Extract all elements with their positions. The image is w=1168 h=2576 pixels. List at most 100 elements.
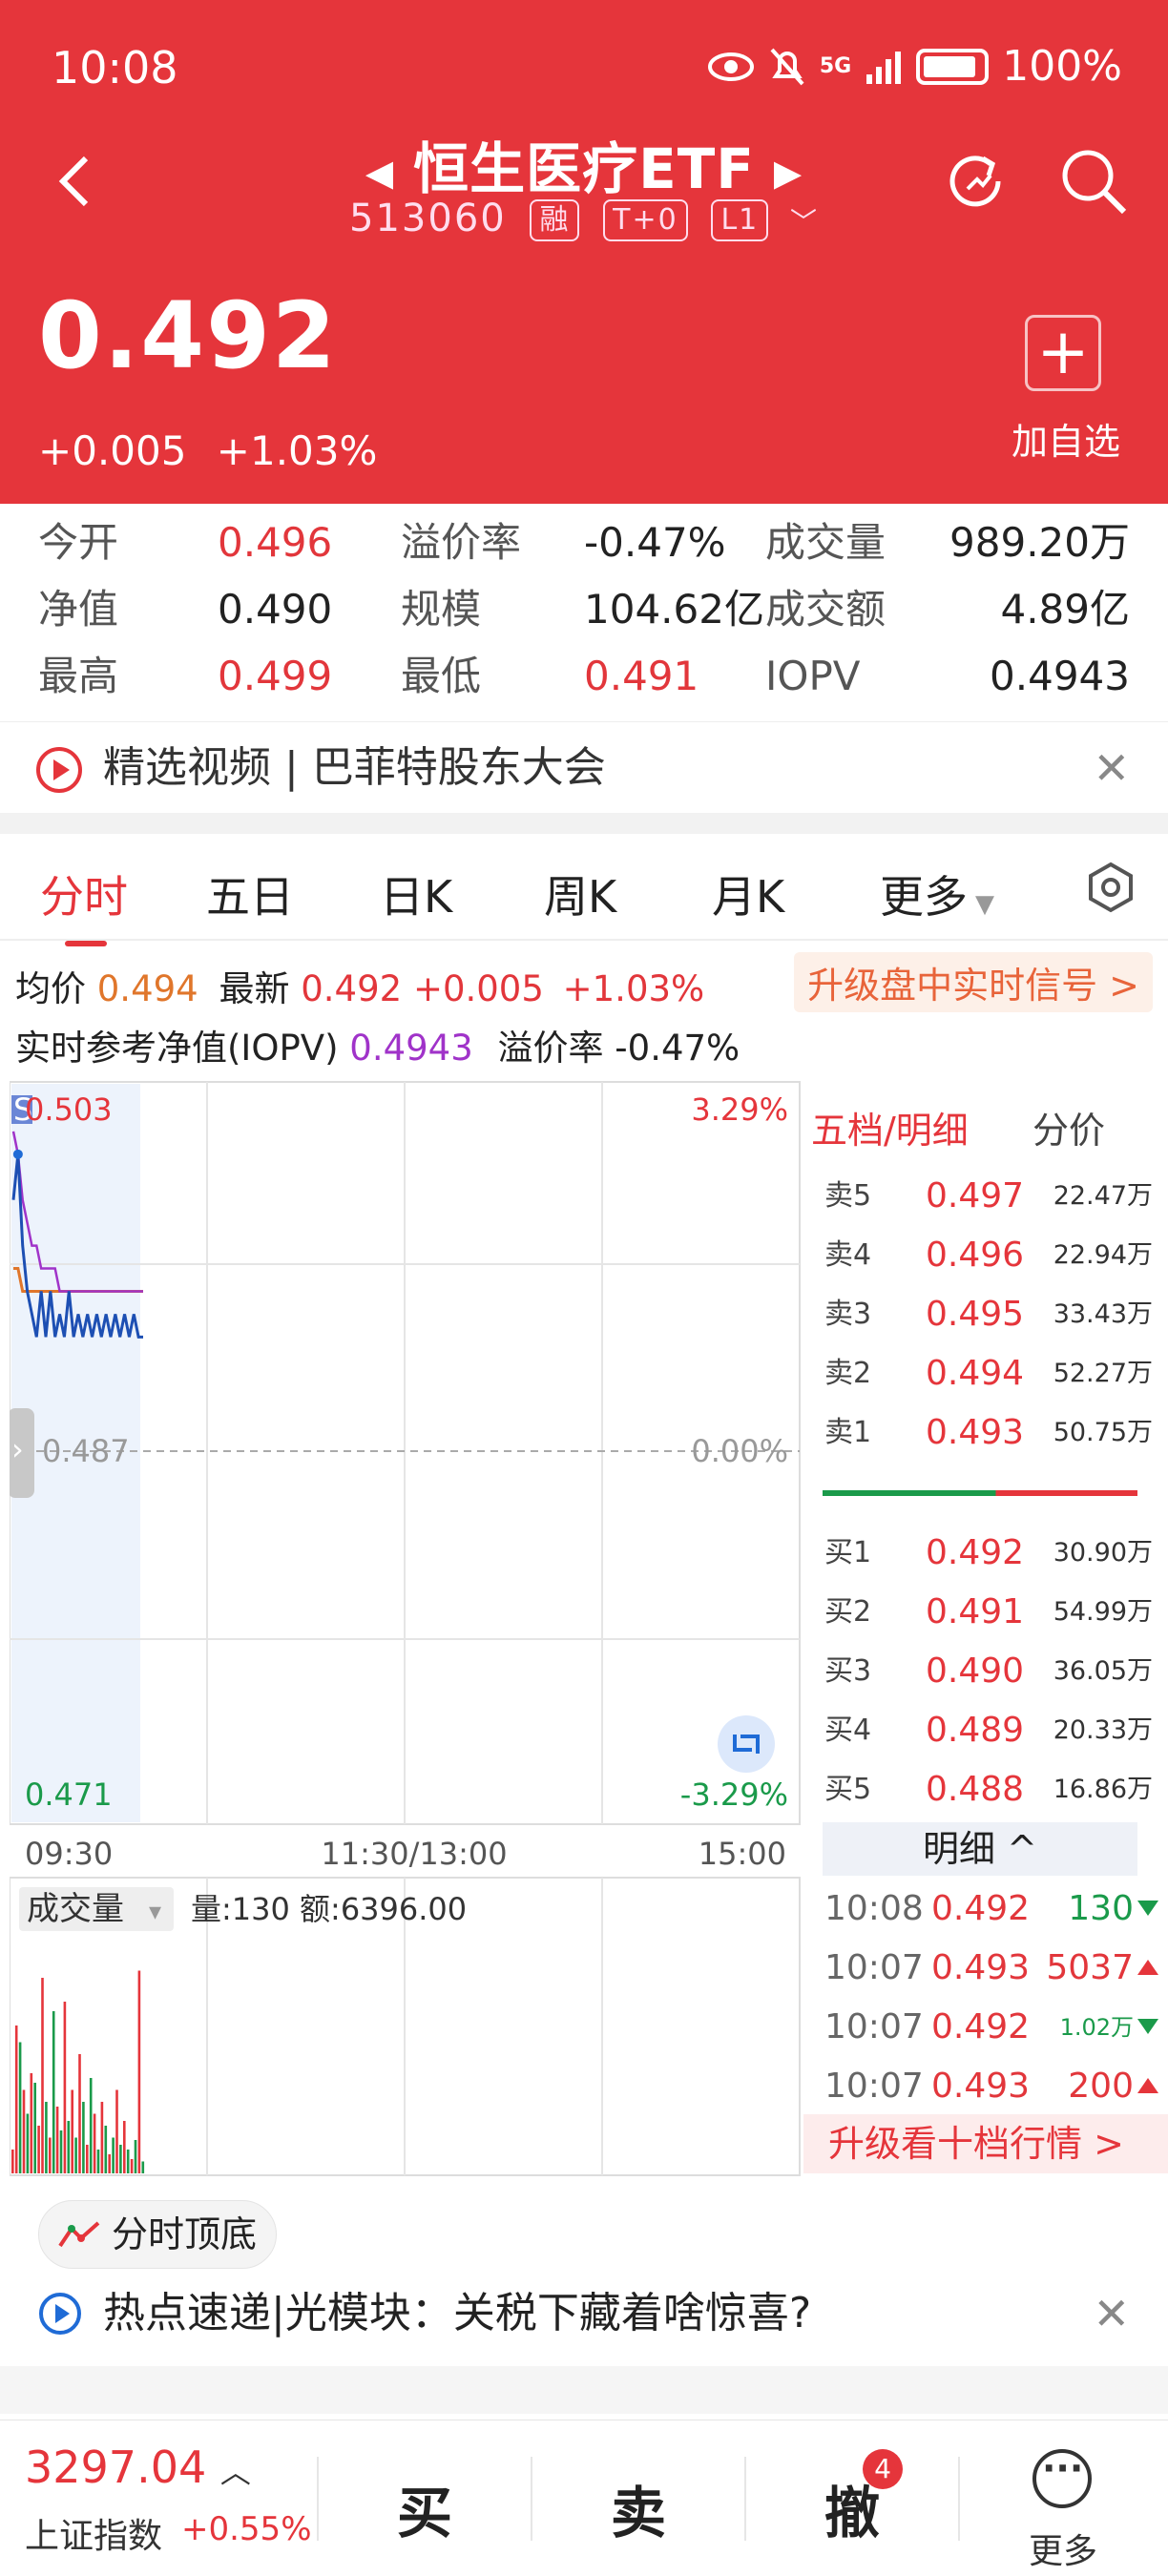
trade-time: 10:07 xyxy=(824,2007,924,2046)
level-label: 买3 xyxy=(824,1654,872,1688)
settings-hexagon-icon[interactable] xyxy=(1084,861,1137,914)
x-tick-open: 09:30 xyxy=(25,1836,113,1872)
sell-level-row[interactable]: 卖3 0.495 33.43万 xyxy=(824,1286,1153,1343)
tab-intraday[interactable]: 分时 xyxy=(40,862,128,946)
buy-level-row[interactable]: 买1 0.492 30.90万 xyxy=(824,1525,1153,1582)
news-banner-hot[interactable]: 热点速递|光模块：关税下藏着啥惊喜? ✕ xyxy=(0,2280,1168,2347)
level-label: 卖5 xyxy=(824,1179,872,1213)
expand-icon[interactable] xyxy=(718,1715,775,1773)
latest-label: 最新 xyxy=(219,968,290,1009)
news-title[interactable]: 精选视频 | 巴菲特股东大会 xyxy=(103,722,606,814)
next-stock-icon[interactable]: ▶ xyxy=(774,152,803,194)
upgrade-ten-levels-button[interactable]: 升级看十档行情 > xyxy=(803,2114,1168,2173)
buy-sell-ratio-bar xyxy=(823,1490,1137,1496)
more-icon[interactable] xyxy=(1032,2447,1092,2508)
prev-stock-icon[interactable]: ◀ xyxy=(365,152,394,194)
level-price: 0.488 xyxy=(926,1770,1025,1809)
level-price: 0.492 xyxy=(926,1533,1025,1572)
triangle-down-icon xyxy=(1137,1901,1158,1916)
add-watchlist-label[interactable]: 加自选 xyxy=(1012,412,1120,465)
sell-level-row[interactable]: 卖4 0.496 22.94万 xyxy=(824,1227,1153,1284)
triangle-up-icon xyxy=(1137,1960,1158,1975)
news-banner-video[interactable]: 精选视频 | 巴菲特股东大会 ✕ xyxy=(0,721,1168,813)
volume-bar xyxy=(30,2073,33,2173)
status-time: 10:08 xyxy=(52,42,178,93)
tab-five-levels[interactable]: 五档/明细 xyxy=(811,1110,969,1152)
chevron-down-icon[interactable]: ﹀ xyxy=(790,206,819,238)
search-icon[interactable] xyxy=(1057,145,1130,218)
volume-bar xyxy=(22,2089,26,2173)
buy-level-row[interactable]: 买5 0.488 16.86万 xyxy=(824,1761,1153,1818)
premium-value: -0.47% xyxy=(615,1028,740,1069)
tab-weekly-k[interactable]: 周K xyxy=(544,862,616,925)
stock-name: 恒生医疗ETF xyxy=(413,136,755,201)
network-label: 5G xyxy=(819,54,852,78)
level-label: 买4 xyxy=(824,1714,872,1747)
tag-level: L1 xyxy=(711,199,769,241)
buy-level-row[interactable]: 买2 0.491 54.99万 xyxy=(824,1584,1153,1641)
upgrade-signal-button[interactable]: 升级盘中实时信号 > xyxy=(794,952,1153,1012)
buy-level-row[interactable]: 买4 0.489 20.33万 xyxy=(824,1702,1153,1759)
volume-bar xyxy=(18,2042,22,2173)
trade-time: 10:07 xyxy=(824,1948,924,1987)
refresh-icon[interactable] xyxy=(941,145,1013,218)
current-price: 0.492 xyxy=(38,282,338,389)
tab-five-day[interactable]: 五日 xyxy=(206,862,294,925)
stat-value-nav: 0.490 xyxy=(218,586,333,633)
tab-price-distribution[interactable]: 分价 xyxy=(1032,1101,1105,1153)
stat-value-iopv: 0.4943 xyxy=(990,653,1130,699)
close-icon[interactable]: ✕ xyxy=(1093,722,1130,814)
volume-chart[interactable]: 09:30 11:30/13:00 15:00 成交量 ▾ 量:130 额:6396.00 xyxy=(10,1824,802,2177)
trade-time: 10:08 xyxy=(824,1889,924,1928)
volume-bar xyxy=(115,2089,118,2173)
chevron-up-icon: ︿ xyxy=(219,2454,251,2490)
volume-bar xyxy=(11,2150,14,2173)
news-hot-title[interactable]: 热点速递|光模块：关税下藏着啥惊喜? xyxy=(103,2280,811,2347)
volume-bar xyxy=(49,2137,52,2173)
sell-level-row[interactable]: 卖2 0.494 52.27万 xyxy=(824,1345,1153,1402)
stat-label-turnover: 成交额 xyxy=(765,586,886,633)
intraday-chart[interactable]: ›S0.5030.4870.4713.29%0.00%-3.29% xyxy=(10,1076,802,1828)
stat-label-high: 最高 xyxy=(38,653,119,699)
volume-bar xyxy=(137,1970,141,2173)
add-watchlist-button[interactable]: + xyxy=(1025,315,1101,391)
level-price: 0.489 xyxy=(926,1711,1025,1750)
tab-monthly-k[interactable]: 月K xyxy=(712,862,784,925)
chip-label: 分时顶底 xyxy=(112,2213,258,2255)
latest-change: +0.005 xyxy=(412,968,544,1009)
index-value: 3297.04 ︿ xyxy=(25,2441,251,2493)
intraday-info: 均价 0.494 最新 0.492 +0.005 +1.03% 升级盘中实时信号… xyxy=(0,943,1168,1070)
level-label: 买2 xyxy=(824,1595,872,1629)
sell-button[interactable]: 卖 xyxy=(611,2468,666,2548)
signal-icon xyxy=(866,51,902,84)
more-label[interactable]: 更多 xyxy=(1029,2524,1097,2573)
tab-more[interactable]: 更多 ▼ xyxy=(880,862,994,925)
volume-bar xyxy=(52,2011,55,2173)
status-icons: 5G 100% xyxy=(707,42,1122,91)
index-value-text: 3297.04 xyxy=(25,2441,207,2493)
divider xyxy=(744,2457,746,2541)
sell-level-row[interactable]: 卖1 0.493 50.75万 xyxy=(824,1404,1153,1462)
y-pct-low: -3.29% xyxy=(680,1776,788,1813)
y-pct-high: 3.29% xyxy=(691,1091,788,1128)
iopv-summary: 实时参考净值(IOPV) 0.4943 溢价率 -0.47% xyxy=(15,1019,740,1070)
stat-row: 净值 0.490 规模 104.62亿 成交额 4.89亿 xyxy=(0,578,1168,641)
stat-value-low: 0.491 xyxy=(584,653,699,699)
volume-bar xyxy=(33,2083,36,2173)
detail-header[interactable]: 明细 ^ xyxy=(823,1822,1137,1876)
sell-level-row[interactable]: 卖5 0.497 22.47万 xyxy=(824,1168,1153,1225)
tab-daily-k[interactable]: 日K xyxy=(380,862,452,925)
x-tick-close: 15:00 xyxy=(699,1836,786,1872)
stat-label-open: 今开 xyxy=(38,519,119,566)
volume-bar xyxy=(89,2078,93,2173)
stat-label-premium-rate: 溢价率 xyxy=(401,519,522,566)
buy-level-row[interactable]: 买3 0.490 36.05万 xyxy=(824,1643,1153,1700)
buy-button[interactable]: 买 xyxy=(397,2468,452,2548)
close-icon[interactable]: ✕ xyxy=(1093,2280,1130,2347)
volume-bar xyxy=(141,2161,145,2173)
level-label: 买5 xyxy=(824,1773,872,1806)
tag-margin: 融 xyxy=(530,199,580,241)
premium-label: 溢价率 xyxy=(497,1028,604,1069)
volume-bar xyxy=(45,2102,48,2173)
intraday-top-bottom-chip[interactable]: 分时顶底 xyxy=(38,2200,278,2269)
